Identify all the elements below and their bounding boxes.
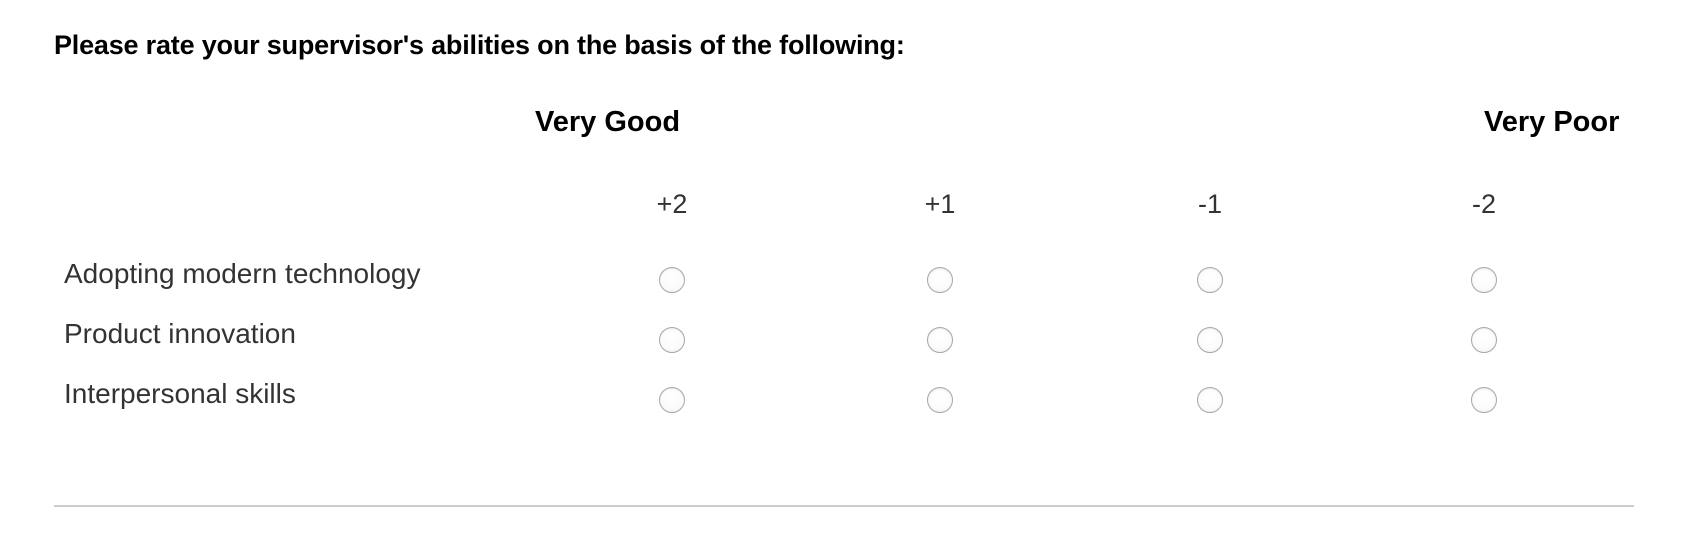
section-divider — [54, 505, 1634, 507]
scale-label-minus-1: -1 — [1197, 189, 1222, 219]
row-label: Interpersonal skills — [64, 378, 296, 409]
radio-minus-2[interactable] — [1471, 387, 1497, 413]
radio-minus-2[interactable] — [1471, 327, 1497, 353]
scale-label-plus-2: +2 — [656, 189, 688, 219]
radio-plus-2[interactable] — [659, 387, 685, 413]
anchor-very-poor: Very Poor — [1484, 106, 1620, 138]
row-label: Product innovation — [64, 318, 296, 349]
radio-minus-2[interactable] — [1471, 267, 1497, 293]
radio-plus-2[interactable] — [659, 327, 685, 353]
radio-minus-1[interactable] — [1197, 267, 1223, 293]
radio-plus-1[interactable] — [927, 267, 953, 293]
question-text: Please rate your supervisor's abilities … — [54, 30, 905, 60]
scale-label-minus-2: -2 — [1471, 189, 1496, 219]
radio-minus-1[interactable] — [1197, 387, 1223, 413]
anchor-very-good: Very Good — [535, 106, 681, 138]
radio-minus-1[interactable] — [1197, 327, 1223, 353]
radio-plus-1[interactable] — [927, 327, 953, 353]
radio-plus-2[interactable] — [659, 267, 685, 293]
scale-label-plus-1: +1 — [924, 189, 956, 219]
row-label: Adopting modern technology — [64, 258, 421, 289]
radio-plus-1[interactable] — [927, 387, 953, 413]
